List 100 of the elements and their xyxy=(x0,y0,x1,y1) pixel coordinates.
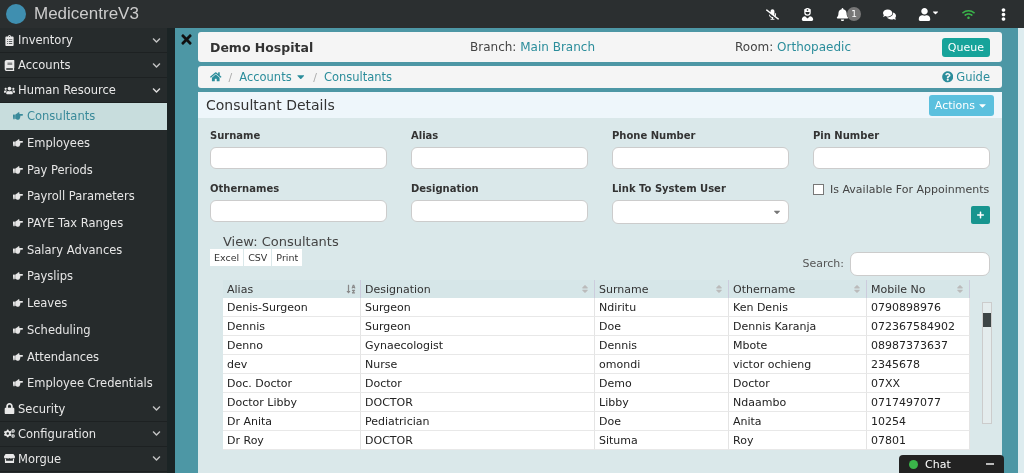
table-cell: Dr Anita xyxy=(223,412,361,431)
table-title: View: Consultants xyxy=(222,233,340,249)
table-cell: Denno xyxy=(223,336,361,355)
table-cell: Ndaambo xyxy=(729,393,867,412)
chat-label: Chat xyxy=(925,457,951,471)
help-icon xyxy=(941,71,954,83)
chat-icon[interactable] xyxy=(883,7,896,21)
table-cell: Dennis Karanja xyxy=(729,317,867,336)
notification-badge: 1 xyxy=(847,7,861,21)
branch-name: Main Branch xyxy=(520,40,595,54)
chat-widget[interactable]: Chat xyxy=(899,455,1004,473)
sidebar-subitem[interactable]: PAYE Tax Ranges xyxy=(0,209,167,237)
column-header[interactable]: Designation xyxy=(361,280,595,298)
hand-pointer-icon xyxy=(13,244,23,255)
table-cell: Surgeon xyxy=(361,298,595,317)
sidebar-subitem[interactable]: Employees xyxy=(0,129,167,157)
sidebar-subitem[interactable]: Salary Advances xyxy=(0,236,167,264)
breadcrumb-link[interactable]: Accounts xyxy=(239,70,307,84)
hand-pointer-icon xyxy=(13,298,23,309)
table-cell: 0717497077 xyxy=(867,393,970,412)
table-cell: Situma xyxy=(595,431,729,450)
table-cell: 072367584902 xyxy=(867,317,970,336)
chevron-icon xyxy=(152,429,161,439)
select-field[interactable] xyxy=(612,200,789,224)
sidebar-item[interactable]: Morgue xyxy=(0,446,167,472)
hand-pointer-icon xyxy=(13,351,23,362)
column-header[interactable]: Othername xyxy=(729,280,867,298)
room-name: Orthopaedic xyxy=(777,40,851,54)
sidebar-subitem[interactable]: Payslips xyxy=(0,263,167,290)
column-header[interactable]: Alias xyxy=(223,280,361,298)
table-cell: Doctor xyxy=(361,374,595,393)
checkbox[interactable] xyxy=(813,184,824,195)
scrollbar[interactable] xyxy=(982,302,992,424)
sidebar-item[interactable]: Security xyxy=(0,396,167,422)
table-cell: Surgeon xyxy=(361,317,595,336)
export-button[interactable]: Print xyxy=(272,249,303,266)
table-cell: Ken Denis xyxy=(729,298,867,317)
table-cell: omondi xyxy=(595,355,729,374)
table-cell: Anita xyxy=(729,412,867,431)
input-field[interactable] xyxy=(210,200,387,222)
table-cell: Libby xyxy=(595,393,729,412)
home-icon[interactable] xyxy=(210,71,222,83)
hand-pointer-icon xyxy=(13,378,23,389)
field-label: Alias xyxy=(411,130,440,141)
table-cell: Dennis xyxy=(595,336,729,355)
table-cell: Demo xyxy=(595,374,729,393)
table-cell: Doe xyxy=(595,412,729,431)
microphone-muted-icon[interactable] xyxy=(766,7,779,21)
chevron-icon xyxy=(152,85,161,95)
input-field[interactable] xyxy=(813,147,990,169)
add-button[interactable] xyxy=(971,206,990,224)
search-field[interactable] xyxy=(850,252,990,276)
table-cell: Mbote xyxy=(729,336,867,355)
table-cell: 08987373637 xyxy=(867,336,970,355)
sidebar-item[interactable]: Configuration xyxy=(0,421,167,447)
sidebar-subitem[interactable]: Payroll Parameters xyxy=(0,183,167,210)
table-cell: DOCTOR xyxy=(361,431,595,450)
field-label: Othernames xyxy=(210,183,281,194)
export-button[interactable]: CSV xyxy=(244,249,272,266)
input-field[interactable] xyxy=(612,147,789,169)
plus-icon xyxy=(977,210,984,220)
sidebar-item[interactable]: Inventory xyxy=(0,28,167,53)
table-cell: Nurse xyxy=(361,355,595,374)
column-header[interactable]: Mobile No xyxy=(867,280,970,298)
branch-label: Branch: xyxy=(470,40,517,54)
sidebar-subitem[interactable]: Pay Periods xyxy=(0,156,167,184)
table-cell: 0790898976 xyxy=(867,298,970,317)
sidebar-item[interactable]: Accounts xyxy=(0,53,167,78)
wifi-icon xyxy=(962,7,975,21)
guide-link[interactable]: Guide xyxy=(941,70,990,84)
table-cell: 07XX xyxy=(867,374,970,393)
table-cell: 2345678 xyxy=(867,355,970,374)
notifications-icon[interactable] xyxy=(836,7,849,21)
field-label: Pin Number xyxy=(813,130,881,141)
input-field[interactable] xyxy=(411,200,588,222)
sidebar-subitem[interactable]: Employee Credentials xyxy=(0,369,167,397)
close-icon[interactable] xyxy=(179,32,194,48)
table-cell: Pediatrician xyxy=(361,412,595,431)
hand-pointer-icon xyxy=(13,271,23,282)
field-label: Phone Number xyxy=(612,130,697,141)
table-cell: Dr Roy xyxy=(223,431,361,450)
nurse-icon[interactable] xyxy=(801,7,814,21)
table-cell: Gynaecologist xyxy=(361,336,595,355)
input-field[interactable] xyxy=(411,147,588,169)
hand-pointer-icon xyxy=(13,324,23,335)
chevron-icon xyxy=(152,35,161,45)
breadcrumb-link[interactable]: Consultants xyxy=(323,70,393,84)
input-field[interactable] xyxy=(210,147,387,169)
sidebar-subitem[interactable]: Attendances xyxy=(0,343,167,370)
table-cell: Roy xyxy=(729,431,867,450)
app-title: MedicentreV3 xyxy=(34,4,139,24)
table-cell: DOCTOR xyxy=(361,393,595,412)
hand-pointer-icon xyxy=(13,138,23,149)
user-menu-icon[interactable] xyxy=(918,7,940,21)
export-button[interactable]: Excel xyxy=(210,249,244,266)
table-cell: victor ochieng xyxy=(729,355,867,374)
sidebar-subitem[interactable]: Scheduling xyxy=(0,316,167,344)
sidebar-subitem[interactable]: Leaves xyxy=(0,289,167,317)
table-cell: Ndiritu xyxy=(595,298,729,317)
column-header[interactable]: Surname xyxy=(595,280,729,298)
